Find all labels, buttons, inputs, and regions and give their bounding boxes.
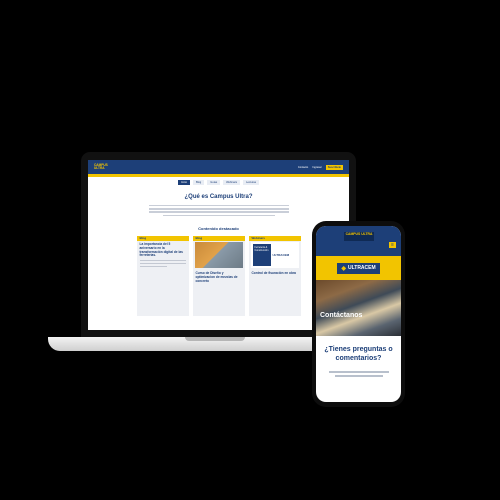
header-link-contact[interactable]: Contacto xyxy=(298,166,308,169)
contact-heading: ¿Tienes preguntas o comentarios? xyxy=(324,346,393,362)
hamburger-icon[interactable]: ≡ xyxy=(389,242,396,248)
nav-item-readings[interactable]: Lecturas xyxy=(243,180,260,185)
featured-cards: Blog La importancia del 5 aniversario en… xyxy=(88,235,349,316)
intro-paragraph xyxy=(148,205,289,216)
featured-card[interactable]: Webinars Ferretería & Construcción ULTRA… xyxy=(248,235,301,316)
header-link-login[interactable]: Ingresar xyxy=(312,166,322,169)
header-links: Contacto Ingresar Suscríbete xyxy=(298,164,343,170)
brand-banner: ◆ ULTRACEM xyxy=(316,256,401,280)
concrete-mixer-image xyxy=(194,241,243,268)
featured-card[interactable]: Blog Curso de Diseño y optimizacion de m… xyxy=(192,235,245,316)
nav-item-blog[interactable]: Blog xyxy=(193,180,205,185)
page-title: ¿Qué es Campus Ultra? xyxy=(184,194,253,200)
ultracem-badge: ◆ ULTRACEM xyxy=(337,262,380,274)
featured-heading: Contenido destacado xyxy=(198,225,239,231)
webinar-image: Ferretería & Construcción ULTRACEM xyxy=(250,241,299,268)
subscribe-button[interactable]: Suscríbete xyxy=(325,164,343,170)
laptop-screen: CAMPUS ULTRA Contacto Ingresar Suscríbet… xyxy=(88,160,349,330)
card-title[interactable]: La importancia del 5 aniversario en la t… xyxy=(140,242,186,258)
main-nav: Inicio Blog Guías Webinars Lecturas xyxy=(88,177,349,188)
ultracem-logo: ULTRACEM xyxy=(272,252,290,257)
card-category: Webinars xyxy=(248,235,301,241)
ultracem-mark-icon: ◆ xyxy=(341,265,346,272)
mockup-stage: CAMPUS ULTRA Contacto Ingresar Suscríbet… xyxy=(0,0,500,500)
contact-text xyxy=(328,371,389,377)
nav-item-home[interactable]: Inicio xyxy=(177,180,191,185)
phone-screen: CAMPUS ULTRA ≡ ◆ ULTRACEM Contáctanos ¿T… xyxy=(316,226,401,402)
book-cover: Ferretería & Construcción xyxy=(252,243,271,266)
brand-name: ULTRACEM xyxy=(347,265,376,271)
card-title[interactable]: Curso de Diseño y optimizacion de mezcla… xyxy=(196,271,242,283)
campus-ultra-logo[interactable]: CAMPUS ULTRA xyxy=(344,232,374,241)
laptop-header: CAMPUS ULTRA Contacto Ingresar Suscríbet… xyxy=(88,160,349,174)
nav-item-webinars[interactable]: Webinars xyxy=(223,180,241,185)
card-title[interactable]: Control de fisuración en obra xyxy=(252,271,298,276)
phone-header: CAMPUS ULTRA ≡ xyxy=(316,226,401,256)
hero-title: Contáctanos xyxy=(320,312,363,319)
campus-ultra-logo[interactable]: CAMPUS ULTRA xyxy=(94,163,112,171)
card-category: Blog xyxy=(192,235,245,241)
laptop-notch xyxy=(185,337,245,341)
hero-image: Contáctanos xyxy=(316,280,401,336)
nav-item-guides[interactable]: Guías xyxy=(207,180,221,185)
featured-card[interactable]: Blog La importancia del 5 aniversario en… xyxy=(136,235,189,316)
